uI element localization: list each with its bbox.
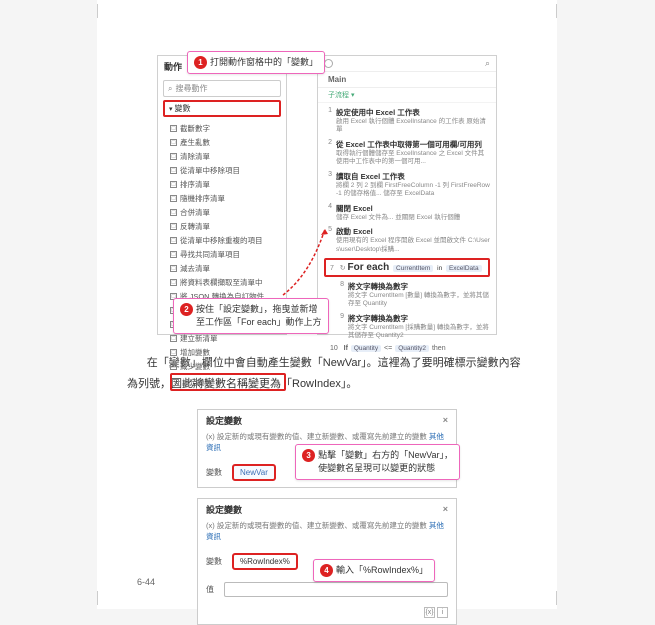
list-item[interactable]: □減去清單 [170, 261, 286, 275]
list-item[interactable]: □將資料表欄擷取至清單中 [170, 275, 286, 289]
value-label: 值 [206, 584, 214, 595]
list-item[interactable]: □隨機排序清單 [170, 191, 286, 205]
annotation-4: 4輸入「%RowIndex%」 [313, 559, 435, 582]
variable-label: 變數 [206, 467, 222, 478]
actions-list: □截斷數字 □產生亂數 □清除清單 □從清單中移除項目 □排序清單 □隨機排序清… [158, 119, 286, 393]
flow-step[interactable]: 2從 Excel 工作表中取得第一個可用欄/可用列取得執行個體儲存至 Excel… [322, 137, 492, 169]
dialog-subtitle: (x) 設定新的或現有變數的值、建立新變數、或覆寫先前建立的變數 其他資訊 [198, 520, 456, 547]
search-placeholder: 搜尋動作 [175, 83, 207, 94]
foreach-step[interactable]: 7 ↻ For each CurrentItem in ExcelData [324, 258, 490, 277]
list-item[interactable]: □減少變數 [170, 359, 286, 373]
list-item[interactable]: □從清單中移除項目 [170, 163, 286, 177]
close-icon[interactable]: × [443, 504, 448, 514]
annotation-1: 1打開動作窗格中的「變數」 [187, 51, 325, 74]
set-variable-dialog-2: 設定變數 × (x) 設定新的或現有變數的值、建立新變數、或覆寫先前建立的變數 … [197, 498, 457, 625]
list-item[interactable]: □清除清單 [170, 149, 286, 163]
set-variable-dialog-1: 設定變數 × (x) 設定新的或現有變數的值、建立新變數、或覆寫先前建立的變數 … [197, 409, 457, 488]
flow-step[interactable]: 4關閉 Excel儲存 Excel 文件為... 並關閉 Excel 執行個體 [322, 201, 492, 224]
dialog-title: 設定變數 [206, 503, 242, 516]
flow-step[interactable]: 9將文字轉換為數字將文字 CurrentItem [採購數量] 轉換為數字，並將… [322, 311, 492, 343]
list-item[interactable]: □排序清單 [170, 177, 286, 191]
rowindex-pill[interactable]: %RowIndex% [232, 553, 298, 570]
variable-label: 變數 [206, 556, 222, 567]
list-item[interactable]: □合併清單 [170, 205, 286, 219]
close-icon[interactable]: × [443, 415, 448, 425]
var-picker-icon[interactable]: {x} [424, 607, 435, 618]
list-item[interactable]: □增加變數 [170, 345, 286, 359]
value-input[interactable] [224, 582, 448, 597]
if-step[interactable]: 10 If Quantity <= Quantity2 then [322, 343, 492, 354]
search-icon: ⌕ [168, 84, 172, 94]
info-icon[interactable]: i [437, 607, 448, 618]
flow-step[interactable]: 5啟動 Excel使用現有的 Excel 程序開啟 Excel 並開啟文件 C:… [322, 224, 492, 256]
subflow-label[interactable]: 子流程 [328, 92, 349, 99]
actions-panel: 動作 ⌕ 搜尋動作 ▾ 變數 □截斷數字 □產生亂數 □清除清單 □從清單中移除… [157, 55, 287, 335]
list-item[interactable]: □產生亂數 [170, 135, 286, 149]
list-item[interactable]: □從清單中移除重複的項目 [170, 233, 286, 247]
set-variable-action[interactable]: x設定變數 [170, 373, 286, 391]
dialog-title: 設定變數 [206, 414, 242, 427]
annotation-2: 2按住「設定變數」，拖曳並新增 至工作區「For each」動作上方 [173, 298, 329, 334]
actions-search[interactable]: ⌕ 搜尋動作 [163, 80, 281, 97]
variable-group-header[interactable]: ▾ 變數 [163, 100, 281, 117]
main-tab[interactable]: Main [318, 72, 496, 88]
list-item[interactable]: □尋找共同清單項目 [170, 247, 286, 261]
flow-step[interactable]: 3讀取自 Excel 工作表將欄 2 列 2 到欄 FirstFreeColum… [322, 169, 492, 201]
flow-step[interactable]: 8將文字轉換為數字將文字 CurrentItem [數量] 轉換為數字，並將其儲… [322, 279, 492, 311]
flow-panel: ⌕ Main 子流程 ▾ 1設定使用中 Excel 工作表啟用 Excel 執行… [317, 55, 497, 335]
list-item[interactable]: □截斷數字 [170, 121, 286, 135]
newvar-pill[interactable]: NewVar [232, 464, 276, 481]
record-icon[interactable] [324, 59, 333, 68]
list-item[interactable]: □反轉清單 [170, 219, 286, 233]
flow-step[interactable]: 1設定使用中 Excel 工作表啟用 Excel 執行個體 ExcelInsta… [322, 105, 492, 137]
page-number: 6-44 [137, 577, 155, 587]
annotation-3: 3點擊「變數」右方的「NewVar」， 使變數名呈現可以變更的狀態 [295, 444, 460, 480]
search-icon[interactable]: ⌕ [485, 58, 490, 69]
